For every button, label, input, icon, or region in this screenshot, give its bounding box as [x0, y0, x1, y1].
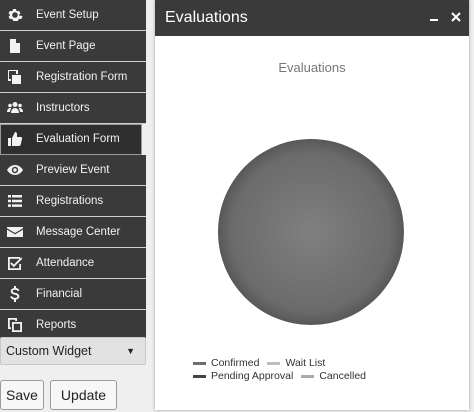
legend-row: Confirmed Wait List Pending Approval Cancel… [193, 357, 433, 383]
legend-label: Wait List [285, 357, 326, 369]
sidebar-item-label: Registration Form [36, 71, 128, 83]
legend-label: Confirmed [211, 357, 260, 369]
sidebar-item-financial[interactable]: Financial [0, 279, 146, 310]
legend-label: Pending Approval [211, 370, 294, 382]
sidebar-item-attendance[interactable]: Attendance [0, 248, 146, 279]
sidebar-item-evaluation-form[interactable]: Evaluation Form [0, 124, 142, 155]
thumbs-up-icon [0, 131, 30, 147]
legend-swatch [267, 362, 281, 365]
legend-item[interactable]: Cancelled [301, 370, 366, 383]
sidebar-item-label: Message Center [36, 226, 121, 238]
sidebar-item-registrations[interactable]: Registrations [0, 186, 146, 217]
custom-widget-select[interactable]: Custom Widget ▼ [0, 337, 146, 365]
sidebar-item-label: Event Page [36, 40, 96, 52]
list-icon [0, 193, 30, 209]
legend-swatch [193, 362, 206, 365]
chart-legend: Confirmed Wait List Pending Approval Cancel… [193, 357, 433, 383]
custom-widget-select-value: Custom Widget [6, 344, 92, 358]
sidebar-item-preview-event[interactable]: Preview Event [0, 155, 146, 186]
legend-item[interactable]: Pending Approval [193, 370, 293, 383]
sidebar-item-label: Reports [36, 319, 77, 331]
sidebar-item-event-page[interactable]: Event Page [0, 31, 146, 62]
pie-slice-confirmed[interactable] [218, 139, 404, 325]
sidebar-item-label: Attendance [36, 257, 95, 269]
legend-swatch [193, 375, 206, 378]
evaluations-panel: Evaluations Evaluations Confirmed Wait Li… [155, 0, 469, 410]
legend-label: Cancelled [319, 370, 367, 382]
envelope-icon [0, 224, 30, 240]
sidebar-item-event-setup[interactable]: Event Setup [0, 0, 146, 31]
legend-swatch [301, 375, 315, 378]
form-copy-icon [0, 69, 30, 85]
sidebar-item-label: Evaluation Form [36, 133, 120, 145]
panel-title: Evaluations [165, 9, 248, 26]
checkbox-icon [0, 255, 30, 271]
users-icon [0, 100, 30, 116]
caret-down-icon: ▼ [126, 346, 135, 356]
update-button[interactable]: Update [50, 380, 117, 410]
save-button[interactable]: Save [0, 380, 44, 410]
sidebar-item-label: Preview Event [36, 164, 110, 176]
panel-header: Evaluations [155, 0, 469, 36]
sidebar-item-registration-form[interactable]: Registration Form [0, 62, 146, 93]
window-controls [429, 9, 461, 27]
sidebar-item-label: Instructors [36, 102, 90, 114]
dollar-icon [0, 286, 30, 302]
sidebar-item-label: Financial [36, 288, 83, 300]
gear-icon [0, 7, 30, 23]
legend-item[interactable]: Confirmed [193, 357, 259, 370]
close-icon[interactable] [451, 9, 461, 27]
document-icon [0, 38, 30, 54]
legend-item[interactable]: Wait List [267, 357, 325, 370]
sidebar-item-instructors[interactable]: Instructors [0, 93, 146, 124]
minimize-icon[interactable] [429, 9, 439, 27]
pie-chart [217, 138, 405, 326]
sidebar-item-message-center[interactable]: Message Center [0, 217, 146, 248]
sidebar: Event Setup Event Page Registration Form… [0, 0, 146, 412]
chart-title: Evaluations [278, 60, 346, 75]
pie-chart-svg [218, 139, 404, 325]
eye-icon [0, 162, 30, 178]
sidebar-item-label: Event Setup [36, 9, 99, 21]
sidebar-item-label: Registrations [36, 195, 104, 207]
copy-icon [0, 317, 30, 333]
